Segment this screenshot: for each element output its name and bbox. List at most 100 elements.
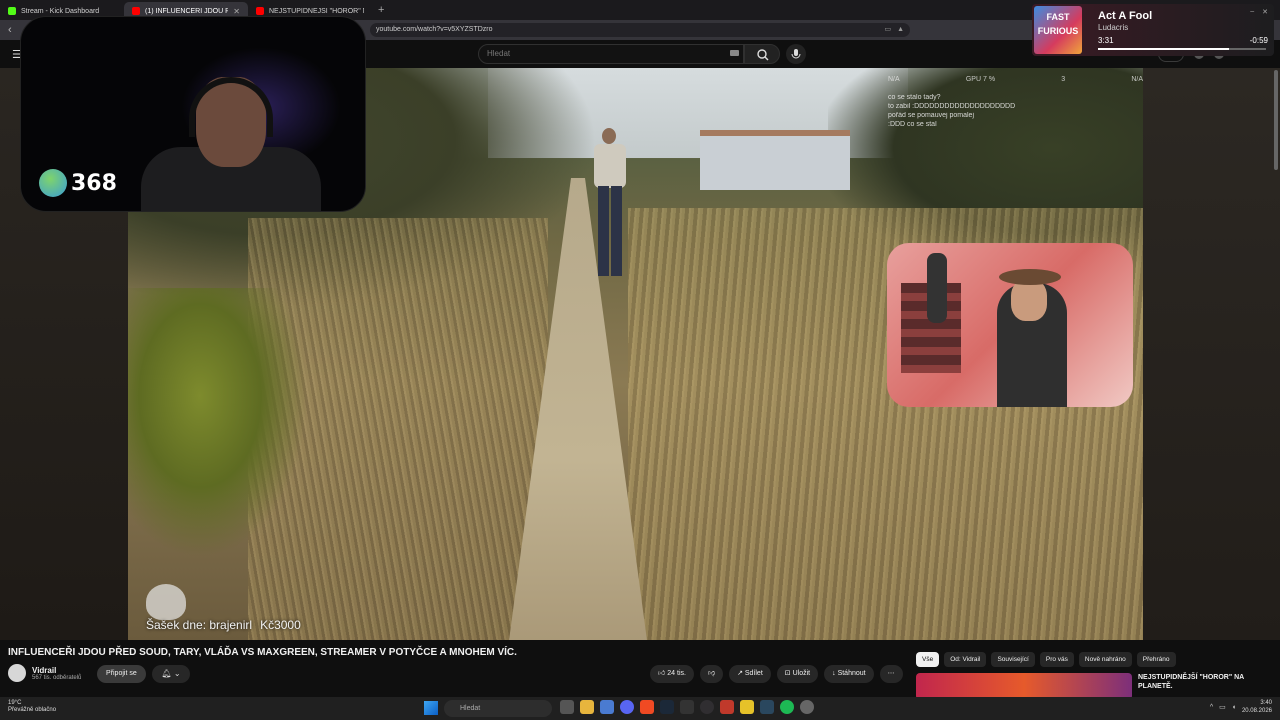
chat-message: to zabil :DDDDDDDDDDDDDDDDDDDD: [888, 103, 1016, 110]
share-button[interactable]: ↗ Sdílet: [729, 665, 771, 683]
video-title: INFLUENCEŘI JDOU PŘED SOUD, TARY, VLÁĎA …: [8, 647, 517, 658]
track-progress-bar: [1098, 48, 1266, 50]
microphone-icon: [927, 253, 947, 323]
cast-icon[interactable]: ▭: [884, 23, 891, 37]
chevron-up-icon[interactable]: ^: [1210, 704, 1213, 711]
chat-message: pořád se pomauvej pomalej: [888, 112, 974, 119]
clock-time: 3:40: [1260, 700, 1272, 706]
performance-stats: N/A GPU 7 % 3 N/A: [888, 76, 1143, 83]
video-actions: 👍︎ 24 tis. 👎︎ ↗ Sdílet ⊡ Uložit ↓ Stáhno…: [650, 665, 903, 683]
chat-message: co se stalo tady?: [888, 94, 941, 101]
youtube-icon: [132, 7, 140, 15]
app-icon[interactable]: [680, 700, 694, 714]
file-explorer-icon[interactable]: [580, 700, 594, 714]
related-video-title[interactable]: NEJSTUPIDNĚJŠÍ "HOROR" NA PLANETĚ.: [1138, 673, 1248, 691]
extra-stat: 3: [1061, 76, 1066, 83]
app-icon[interactable]: [720, 700, 734, 714]
chip-from-channel[interactable]: Od: Vidrail: [944, 652, 987, 667]
minimize-icon[interactable]: –: [1250, 8, 1254, 16]
video-details: INFLUENCEŘI JDOU PŘED SOUD, TARY, VLÁĎA …: [0, 640, 1280, 700]
search-input[interactable]: Hledat: [478, 44, 744, 64]
search-button[interactable]: [744, 44, 780, 64]
tab-label: (1) INFLUENCEŘI JDOU PŘED: [145, 7, 229, 15]
video-bush: [128, 288, 308, 558]
donation-caption: Šašek dne: brajenirl Kč3000: [146, 618, 301, 632]
scrollbar[interactable]: [1274, 70, 1278, 170]
url-field[interactable]: youtube.com/watch?v=v5XYZSTDzro ▭ ▲: [370, 23, 910, 37]
video-facecam: [887, 243, 1133, 407]
video-person: [590, 128, 630, 278]
album-art: FAST FURIOUS: [1034, 6, 1082, 54]
chip-related[interactable]: Související: [991, 652, 1035, 667]
track-remaining: -0:59: [1249, 36, 1268, 45]
channel-avatar[interactable]: [8, 664, 26, 682]
share-icon: ↗: [737, 670, 745, 677]
discord-icon[interactable]: [620, 700, 634, 714]
join-button[interactable]: Připojit se: [97, 665, 146, 683]
more-icon: ⋯: [887, 670, 895, 677]
like-button[interactable]: 👍︎ 24 tis.: [650, 665, 694, 683]
clock[interactable]: 3:40 20.08.2026: [1242, 699, 1272, 715]
thumbs-up-icon: 👍︎: [658, 670, 668, 677]
microphone-button[interactable]: [786, 44, 806, 64]
new-tab-button[interactable]: +: [378, 4, 384, 16]
subscriber-count: 567 tis. odběratelů: [32, 674, 82, 681]
related-video-thumbnail[interactable]: [916, 673, 1134, 700]
extension-icon[interactable]: ▲: [897, 23, 904, 37]
channel-info: Vidrail 567 tis. odběratelů: [8, 664, 81, 682]
weather-widget[interactable]: 19°C Převážně oblačno: [8, 700, 56, 714]
bookmark-icon: ⊡: [784, 670, 793, 677]
search-placeholder: Hledat: [487, 49, 511, 58]
steam-icon[interactable]: [660, 700, 674, 714]
streamer-webcam: 368: [20, 16, 366, 212]
dislike-button[interactable]: 👎︎: [699, 665, 724, 683]
obs-icon[interactable]: [700, 700, 714, 714]
thumbs-down-icon: 👎︎: [707, 670, 716, 677]
store-icon[interactable]: [600, 700, 614, 714]
chip-watched[interactable]: Přehráno: [1136, 652, 1176, 667]
right-stat: N/A: [1131, 76, 1143, 83]
search-icon: [757, 49, 769, 61]
now-playing-widget: FAST FURIOUS Act A Fool Ludacris 3:31 -0:…: [1032, 4, 1274, 56]
tab-label: Stream - Kick Dashboard: [21, 7, 100, 15]
url-text: youtube.com/watch?v=v5XYZSTDzro: [376, 26, 493, 33]
channel-name[interactable]: Vidrail: [32, 666, 81, 675]
clown-icon: [146, 584, 186, 620]
track-title: Act A Fool: [1098, 10, 1153, 22]
weather-desc: Převážně oblačno: [8, 707, 57, 713]
like-count: 24 tis.: [667, 670, 686, 677]
clock-date: 20.08.2026: [1241, 708, 1272, 714]
taskbar: 19°C Převážně oblačno Hledat ^ ▭ ◖ 3:40 …: [0, 697, 1280, 720]
video-building: [700, 130, 850, 190]
brave-icon[interactable]: [640, 700, 654, 714]
related-filter-chips: Vše Od: Vidrail Související Pro vás Nově…: [916, 652, 1176, 667]
chip-recently-uploaded[interactable]: Nově nahráno: [1078, 652, 1132, 667]
chip-all[interactable]: Vše: [916, 652, 940, 667]
chip-for-you[interactable]: Pro vás: [1039, 652, 1074, 667]
youtube-icon: [256, 7, 264, 15]
network-icon[interactable]: ▭: [1219, 703, 1226, 711]
settings-icon[interactable]: [800, 700, 814, 714]
close-icon[interactable]: ✕: [1262, 8, 1268, 16]
spotify-icon[interactable]: [780, 700, 794, 714]
weather-temp: 19°C: [8, 700, 22, 706]
steam-icon[interactable]: [760, 700, 774, 714]
donation-amount: Kč3000: [260, 618, 301, 632]
hat-icon: [999, 269, 1061, 285]
track-artist: Ludacris: [1098, 23, 1129, 32]
notification-bell-button[interactable]: 🔔︎ ⌄: [152, 665, 190, 683]
windows-start-icon[interactable]: [424, 701, 438, 715]
viewer-count: 368: [39, 169, 117, 197]
app-icon[interactable]: [740, 700, 754, 714]
stream-chat-overlay: N/A GPU 7 % 3 N/A co se stalo tady? to z…: [888, 72, 1143, 142]
close-icon[interactable]: ✕: [233, 7, 240, 16]
taskbar-apps: [560, 700, 814, 714]
more-button[interactable]: ⋯: [879, 665, 903, 683]
taskbar-search[interactable]: Hledat: [444, 700, 552, 717]
back-icon[interactable]: ‹: [8, 24, 20, 36]
task-view-icon[interactable]: [560, 700, 574, 714]
volume-icon[interactable]: ◖: [1232, 704, 1236, 711]
keyboard-icon[interactable]: [730, 50, 739, 56]
download-button[interactable]: ↓ Stáhnout: [824, 665, 874, 683]
save-button[interactable]: ⊡ Uložit: [776, 665, 819, 683]
